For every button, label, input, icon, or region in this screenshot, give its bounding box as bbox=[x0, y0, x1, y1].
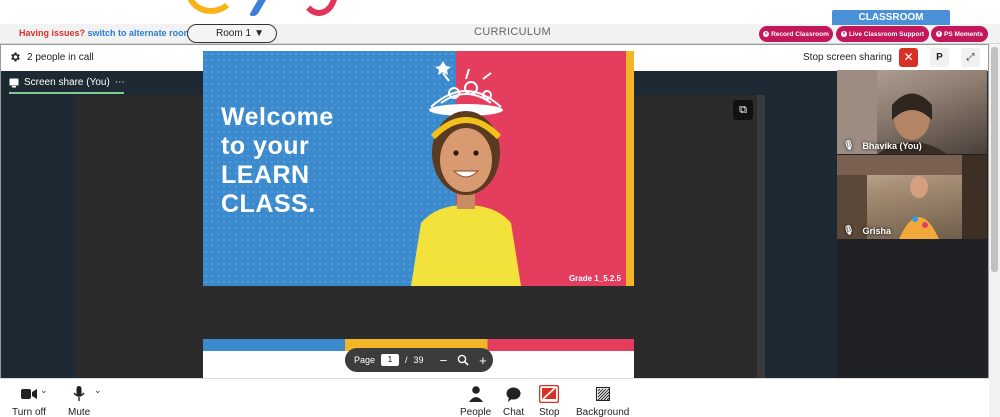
stop-sharing-label: Stop screen sharing bbox=[803, 52, 892, 63]
page-scrollbar[interactable] bbox=[989, 44, 1000, 417]
chat-button[interactable]: Chat bbox=[503, 384, 524, 417]
stop-label: Stop bbox=[539, 407, 560, 417]
mic-button[interactable]: Mute bbox=[68, 384, 90, 417]
ps-moments-label: PS Moments bbox=[943, 30, 983, 38]
chat-label: Chat bbox=[503, 407, 525, 417]
present-button[interactable]: P bbox=[930, 48, 949, 67]
page-separator: / bbox=[405, 355, 408, 365]
slide-yellow-strip bbox=[626, 51, 634, 286]
slide-pager: Page 1 / 39 − + bbox=[345, 348, 493, 372]
close-circle-icon: × bbox=[935, 31, 942, 37]
present-icon bbox=[9, 78, 19, 87]
background-icon bbox=[595, 387, 610, 401]
ps-moments-button[interactable]: × PS Moments bbox=[931, 26, 988, 42]
live-support-label: Live Classroom Support bbox=[848, 30, 925, 38]
participant-tile[interactable]: 🎙 Grisha bbox=[837, 155, 987, 239]
zoom-out-button[interactable]: − bbox=[440, 353, 448, 368]
participant-name: 🎙 Grisha bbox=[843, 225, 891, 236]
zoom-icon[interactable] bbox=[457, 354, 469, 366]
stop-share-icon bbox=[539, 385, 560, 403]
people-label: People bbox=[460, 407, 492, 417]
tab-active-indicator bbox=[9, 92, 124, 94]
app-root: Having issues? switch to alternate room … bbox=[0, 0, 1000, 417]
page-scrollbar-thumb[interactable] bbox=[991, 47, 998, 272]
close-circle-icon: × bbox=[840, 31, 847, 37]
tab-screen-share[interactable]: Screen share (You) ⋯ bbox=[9, 77, 125, 88]
more-options-icon[interactable]: ⋯ bbox=[115, 77, 125, 88]
classroom-tab[interactable]: CLASSROOM bbox=[832, 10, 950, 25]
gear-icon[interactable] bbox=[9, 51, 21, 63]
room-select-value: Room 1 bbox=[216, 28, 252, 39]
call-controls: Turn off ⌄ Mute ⌄ People Chat Stop Backg… bbox=[0, 378, 989, 417]
alternate-room-link[interactable]: switch to alternate room bbox=[88, 28, 192, 38]
slide-welcome: Welcome to your LEARN CLASS. Grade 1_5.2… bbox=[203, 51, 634, 286]
camera-icon bbox=[20, 389, 37, 399]
mic-icon bbox=[73, 386, 85, 401]
participant-name-label: Grisha bbox=[862, 225, 891, 236]
participant-name: 🎙 Bhavika (You) bbox=[843, 140, 922, 151]
person-icon bbox=[468, 386, 483, 402]
people-count: 2 people in call bbox=[27, 52, 94, 63]
brand-logo-arc bbox=[300, 0, 338, 16]
curriculum-tab[interactable]: CURRICULUM bbox=[474, 26, 551, 38]
stop-share-button[interactable]: Stop bbox=[539, 384, 560, 417]
mic-icon: 🎙 bbox=[843, 140, 855, 150]
expand-icon[interactable]: ⤢ bbox=[961, 48, 980, 67]
caret-down-icon: ▼ bbox=[254, 28, 264, 39]
zoom-in-button[interactable]: + bbox=[479, 353, 487, 368]
open-external-icon[interactable]: ⧉ bbox=[733, 100, 753, 120]
record-classroom-label: Record Classroom bbox=[771, 30, 829, 38]
close-icon: ✕ bbox=[903, 50, 914, 64]
stage-scrollbar[interactable] bbox=[757, 95, 765, 379]
issue-message: Having issues? switch to alternate room bbox=[19, 28, 192, 38]
record-classroom-button[interactable]: × Record Classroom bbox=[759, 26, 833, 42]
brand-logo-stroke bbox=[248, 0, 270, 16]
top-strip: Having issues? switch to alternate room … bbox=[0, 0, 1000, 44]
room-select[interactable]: Room 1 ▼ bbox=[187, 24, 277, 43]
mic-icon: 🎙 bbox=[843, 225, 855, 235]
chat-icon bbox=[506, 387, 521, 402]
participant-tile[interactable]: 🎙 Bhavika (You) bbox=[837, 70, 987, 154]
mic-label: Mute bbox=[68, 407, 91, 417]
live-support-button[interactable]: × Live Classroom Support bbox=[836, 26, 929, 42]
camera-label: Turn off bbox=[12, 407, 46, 417]
slide-grade-label: Grade 1_5.2.5 bbox=[568, 274, 621, 283]
background-button[interactable]: Background bbox=[576, 384, 629, 417]
chevron-down-icon[interactable]: ⌄ bbox=[40, 385, 48, 396]
close-circle-icon: × bbox=[763, 31, 770, 37]
stop-sharing-button[interactable]: ✕ bbox=[899, 48, 918, 67]
people-button[interactable]: People bbox=[460, 384, 491, 417]
page-total: 39 bbox=[413, 355, 424, 365]
participant-name-label: Bhavika (You) bbox=[862, 140, 922, 151]
tab-screen-share-label: Screen share (You) bbox=[24, 77, 110, 88]
issue-prefix: Having issues? bbox=[19, 28, 86, 38]
slide-child-illustration bbox=[411, 61, 521, 286]
chevron-down-icon[interactable]: ⌄ bbox=[94, 385, 102, 396]
page-number-input[interactable]: 1 bbox=[381, 354, 400, 366]
background-label: Background bbox=[576, 407, 630, 417]
brand-logo bbox=[186, 0, 236, 14]
page-label: Page bbox=[354, 355, 376, 365]
